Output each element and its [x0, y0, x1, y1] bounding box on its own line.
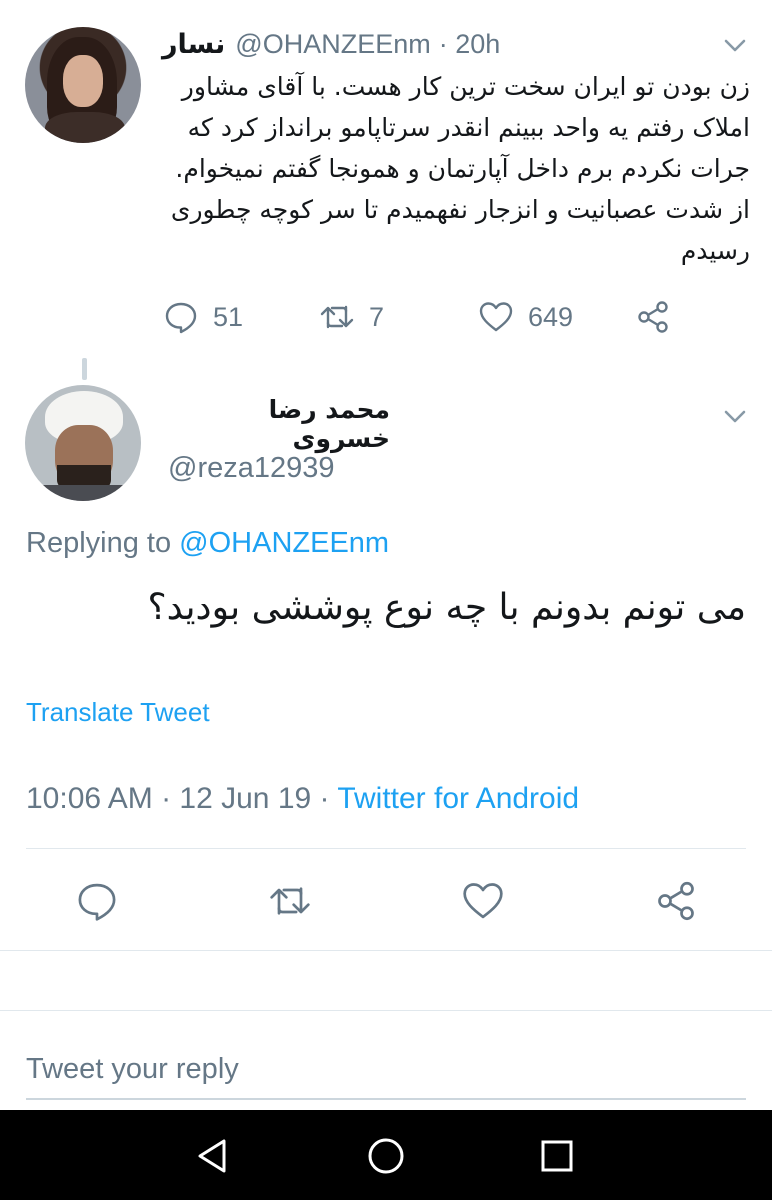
translate-tweet-link[interactable]: Translate Tweet	[26, 697, 210, 728]
speech-bubble-icon	[78, 883, 116, 921]
replying-to-line: Replying to @OHANZEEnm	[26, 527, 389, 560]
main-share-button[interactable]	[648, 873, 704, 929]
parent-like-button[interactable]: 649	[478, 296, 573, 338]
avatar-robe	[33, 485, 133, 501]
parent-tweet-text: زن بودن تو ایران سخت ترین کار هست. با آق…	[170, 72, 750, 265]
parent-like-count: 649	[528, 301, 574, 332]
main-tweet-text: می تونم بدونم با چه نوع پوششی بودید؟	[147, 587, 746, 628]
tweet-metadata: 10:06 AM · 12 Jun 19 · Twitter for Andro…	[26, 782, 579, 816]
main-retweet-button[interactable]	[262, 873, 318, 929]
heart-icon	[463, 883, 503, 919]
parent-handle[interactable]: @OHANZEEnm	[235, 29, 430, 60]
avatar-body	[45, 112, 125, 143]
main-handle[interactable]: @reza12939	[168, 452, 335, 485]
thread-connector-line	[82, 358, 87, 380]
parent-tweet-header: نسار @OHANZEEnm · 20h	[162, 27, 500, 61]
divider	[0, 950, 772, 951]
tweet-source-link[interactable]: Twitter for Android	[337, 782, 579, 815]
circle-home-icon	[368, 1138, 404, 1174]
tweet-reply-input[interactable]	[26, 1040, 746, 1100]
divider	[26, 848, 746, 849]
triangle-back-icon	[198, 1139, 226, 1173]
share-icon	[658, 881, 694, 921]
parent-retweet-button[interactable]: 7	[319, 296, 384, 338]
nav-recents-button[interactable]	[533, 1132, 581, 1180]
main-tweet-actions	[0, 873, 772, 929]
chevron-down-icon	[724, 39, 746, 52]
divider	[0, 1010, 772, 1011]
main-display-name[interactable]: محمد رضا خسروی	[168, 395, 390, 453]
main-like-button[interactable]	[455, 873, 511, 929]
nav-back-button[interactable]	[190, 1132, 238, 1180]
parent-tweet-actions: 51 7 649	[163, 296, 723, 338]
main-tweet-menu-button[interactable]	[722, 403, 748, 429]
avatar-face	[63, 55, 103, 107]
parent-retweet-count: 7	[369, 301, 385, 332]
parent-display-name[interactable]: نسار	[162, 29, 225, 60]
android-navigation-bar	[0, 1110, 772, 1200]
parent-reply-count: 51	[213, 301, 244, 332]
nav-home-button[interactable]	[362, 1132, 410, 1180]
replying-prefix: Replying to	[26, 527, 180, 559]
square-recents-icon	[541, 1140, 573, 1172]
main-author-avatar[interactable]	[25, 385, 141, 501]
speech-bubble-icon	[165, 302, 197, 334]
share-icon	[638, 301, 668, 333]
parent-author-avatar[interactable]	[25, 27, 141, 143]
retweet-icon	[320, 305, 354, 329]
chevron-down-icon	[724, 410, 746, 423]
parent-share-button[interactable]	[635, 296, 685, 338]
replying-to-link[interactable]: @OHANZEEnm	[179, 527, 389, 559]
parent-time: · 20h	[438, 28, 501, 59]
main-reply-button[interactable]	[69, 873, 125, 929]
tweet-timestamp: 10:06 AM · 12 Jun 19 ·	[26, 782, 338, 815]
parent-reply-button[interactable]: 51	[163, 296, 243, 338]
retweet-icon	[270, 887, 310, 915]
parent-tweet-menu-button[interactable]	[722, 32, 748, 58]
heart-icon	[479, 302, 513, 332]
